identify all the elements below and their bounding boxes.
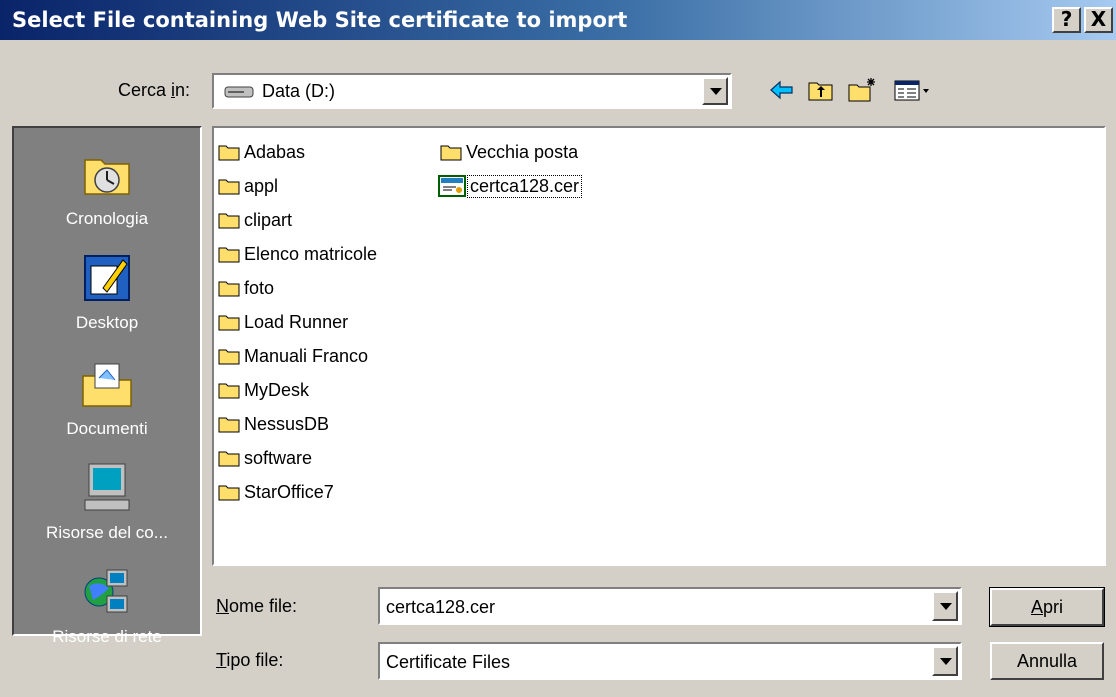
folder-icon [440,145,462,161]
network-icon [84,569,128,613]
place-desktop-label: Desktop [75,313,139,332]
lookin-dropdown-button[interactable] [702,77,728,105]
file-name: Adabas [244,141,306,162]
file-name: foto [244,277,275,298]
filetype-label: Tipo file: [216,650,284,670]
window-title: Select File containing Web Site certific… [12,8,628,32]
view-menu-icon[interactable] [892,76,932,104]
file-name: clipart [244,209,293,230]
new-folder-icon[interactable] [846,76,878,104]
file-list[interactable]: Adabas appl clipart Elenco matricole foto Loa… [212,126,1106,566]
place-history-label: Cronologia [65,209,149,228]
file-name: software [244,447,313,468]
list-item[interactable]: software [218,444,312,472]
file-name: Vecchia posta [466,141,579,162]
list-item[interactable]: Vecchia posta [440,138,578,166]
file-name: Elenco matricole [244,243,378,264]
folder-icon [218,179,240,195]
list-item[interactable]: Load Runner [218,308,348,336]
lookin-combo[interactable]: Data (D:) [212,73,732,109]
filename-value: certca128.cer [386,597,496,617]
filetype-dropdown-button[interactable] [932,646,958,676]
filetype-value: Certificate Files [386,652,511,672]
folder-icon [218,417,240,433]
file-name: Manuali Franco [244,345,369,366]
file-name: appl [244,175,279,196]
list-item[interactable]: Elenco matricole [218,240,377,268]
filename-input[interactable]: certca128.cer [378,587,962,625]
list-item[interactable]: Adabas [218,138,305,166]
filename-dropdown-button[interactable] [932,591,958,621]
place-desktop[interactable]: Desktop [14,252,200,333]
desktop-icon [84,255,130,301]
folder-icon [218,383,240,399]
file-name: MyDesk [244,379,310,400]
up-folder-icon[interactable] [806,76,836,104]
open-button[interactable]: Apri [989,587,1105,627]
place-network-label: Risorse di rete [52,627,162,646]
folder-icon [218,247,240,263]
file-name: certca128.cer [466,174,583,198]
title-bar[interactable]: Select File containing Web Site certific… [0,0,1116,40]
list-item[interactable]: NessusDB [218,410,329,438]
folder-icon [218,281,240,297]
place-documents[interactable]: Documenti [14,358,200,439]
filename-label: Nome file: [216,596,298,616]
file-name: Load Runner [244,311,349,332]
list-item[interactable]: MyDesk [218,376,309,404]
drive-icon [224,86,254,98]
history-icon [84,159,130,195]
folder-icon [218,485,240,501]
list-item[interactable]: foto [218,274,274,302]
lookin-value: Data (D:) [262,81,336,101]
list-item[interactable]: appl [218,172,278,200]
file-name: NessusDB [244,413,330,434]
folder-icon [218,349,240,365]
back-icon[interactable] [768,76,796,104]
filetype-select[interactable]: Certificate Files [378,642,962,680]
place-my-computer[interactable]: Risorse del co... [14,462,200,543]
certificate-icon [438,175,466,197]
close-button[interactable]: X [1084,7,1113,33]
my-computer-icon [84,463,130,511]
place-documents-label: Documenti [66,419,148,438]
file-name: StarOffice7 [244,481,334,502]
list-item[interactable]: StarOffice7 [218,478,334,506]
place-network[interactable]: Risorse di rete [14,566,200,647]
help-button[interactable]: ? [1052,7,1081,33]
folder-icon [218,315,240,331]
folder-icon [218,145,240,161]
list-item[interactable]: clipart [218,206,292,234]
documents-icon [82,363,132,407]
list-item-selected[interactable]: certca128.cer [438,172,583,200]
places-bar: Cronologia Desktop Documenti Risorse del… [12,126,202,646]
cancel-button[interactable]: Annulla [990,642,1104,680]
place-my-computer-label: Risorse del co... [46,523,168,542]
list-item[interactable]: Manuali Franco [218,342,368,370]
lookin-label: Cerca in: [118,80,191,100]
place-history[interactable]: Cronologia [14,148,200,229]
folder-icon [218,213,240,229]
folder-icon [218,451,240,467]
